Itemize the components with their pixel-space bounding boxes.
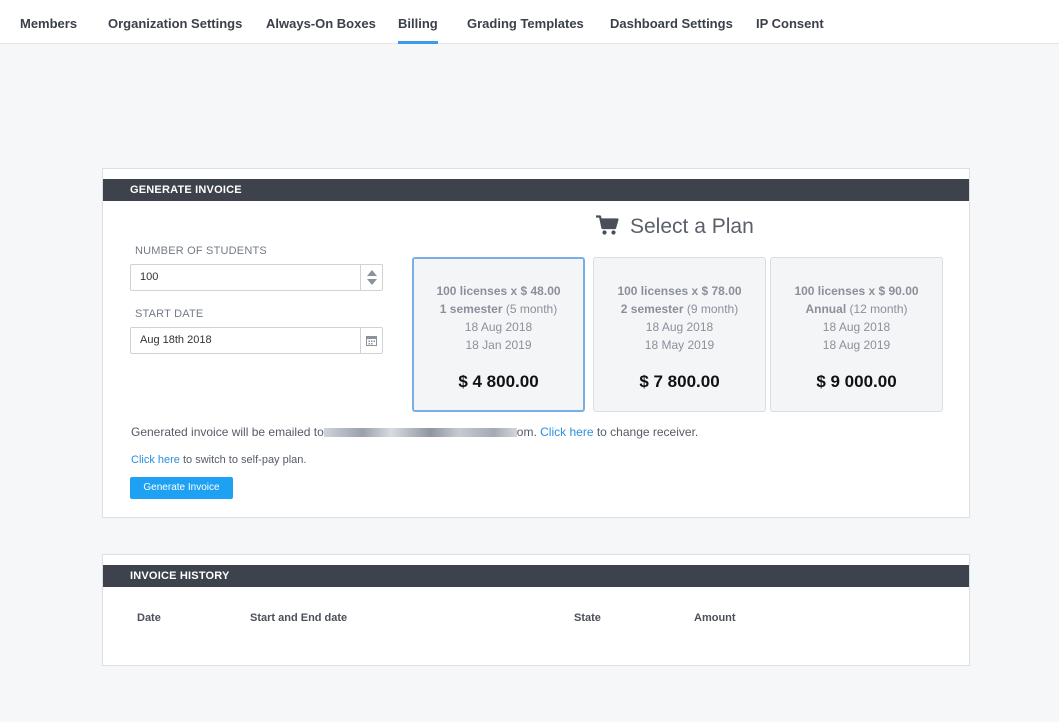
generate-invoice-button[interactable]: Generate Invoice [130,477,233,499]
tab-members[interactable]: Members [20,0,77,44]
top-nav: Members Organization Settings Always-On … [0,0,1059,44]
plan-term: Annual (12 month) [805,302,908,316]
plan-start-date: 18 Aug 2018 [645,320,714,334]
plan-end-date: 18 Aug 2019 [822,338,891,352]
tab-billing[interactable]: Billing [398,0,438,44]
tab-organization-settings[interactable]: Organization Settings [108,0,242,44]
plan-price: $ 4 800.00 [458,372,539,391]
plan-start-date: 18 Aug 2018 [822,320,891,334]
tab-grading-templates[interactable]: Grading Templates [467,0,584,44]
change-receiver-link[interactable]: Click here [540,425,593,439]
redacted-email [323,428,517,438]
email-notice: Generated invoice will be emailed to om. … [131,425,699,439]
generate-invoice-panel: GENERATE INVOICE NUMBER OF STUDENTS 100 … [102,168,970,518]
plan-end-date: 18 Jan 2019 [465,338,532,352]
start-date-value: Aug 18th 2018 [140,334,212,346]
start-date-label: START DATE [135,308,204,320]
self-pay-link[interactable]: Click here [131,454,180,466]
self-pay-notice: Click here to switch to self-pay plan. [131,454,307,466]
stepper-up-icon[interactable] [366,270,377,276]
students-label: NUMBER OF STUDENTS [135,245,267,257]
plan-price: $ 9 000.00 [816,372,897,391]
plan-term: 2 semester (9 month) [620,302,739,316]
students-input[interactable]: 100 [130,264,383,291]
start-date-input[interactable]: Aug 18th 2018 [130,327,383,354]
plan-price: $ 7 800.00 [639,372,720,391]
plan-card-2-semester[interactable]: 100 licenses x $ 78.00 2 semester (9 mon… [593,257,766,412]
plan-licenses: 100 licenses x $ 78.00 [617,284,742,298]
shopping-cart-icon [596,215,619,235]
plan-card-1-semester[interactable]: 100 licenses x $ 48.00 1 semester (5 mon… [412,257,585,412]
column-header-amount: Amount [694,612,736,624]
column-header-date: Date [137,612,161,624]
plan-end-date: 18 May 2019 [644,338,715,352]
invoice-history-panel: INVOICE HISTORY Date Start and End date … [102,554,970,666]
column-header-state: State [574,612,601,624]
generate-invoice-header: GENERATE INVOICE [103,179,969,201]
column-header-start-end-date: Start and End date [250,612,348,624]
plan-term: 1 semester (5 month) [439,302,558,316]
tab-dashboard-settings[interactable]: Dashboard Settings [610,0,733,44]
number-stepper-icon[interactable] [360,265,382,290]
tab-always-on-boxes[interactable]: Always-On Boxes [266,0,376,44]
calendar-icon[interactable] [360,328,382,353]
plan-start-date: 18 Aug 2018 [464,320,533,334]
students-value: 100 [140,271,159,283]
plan-card-annual[interactable]: 100 licenses x $ 90.00 Annual (12 month)… [770,257,943,412]
tab-ip-consent[interactable]: IP Consent [756,0,824,44]
plan-licenses: 100 licenses x $ 48.00 [436,284,561,298]
stepper-down-icon[interactable] [366,279,377,285]
plan-licenses: 100 licenses x $ 90.00 [794,284,919,298]
invoice-history-header: INVOICE HISTORY [103,565,969,587]
select-plan-title: Select a Plan [630,215,754,238]
